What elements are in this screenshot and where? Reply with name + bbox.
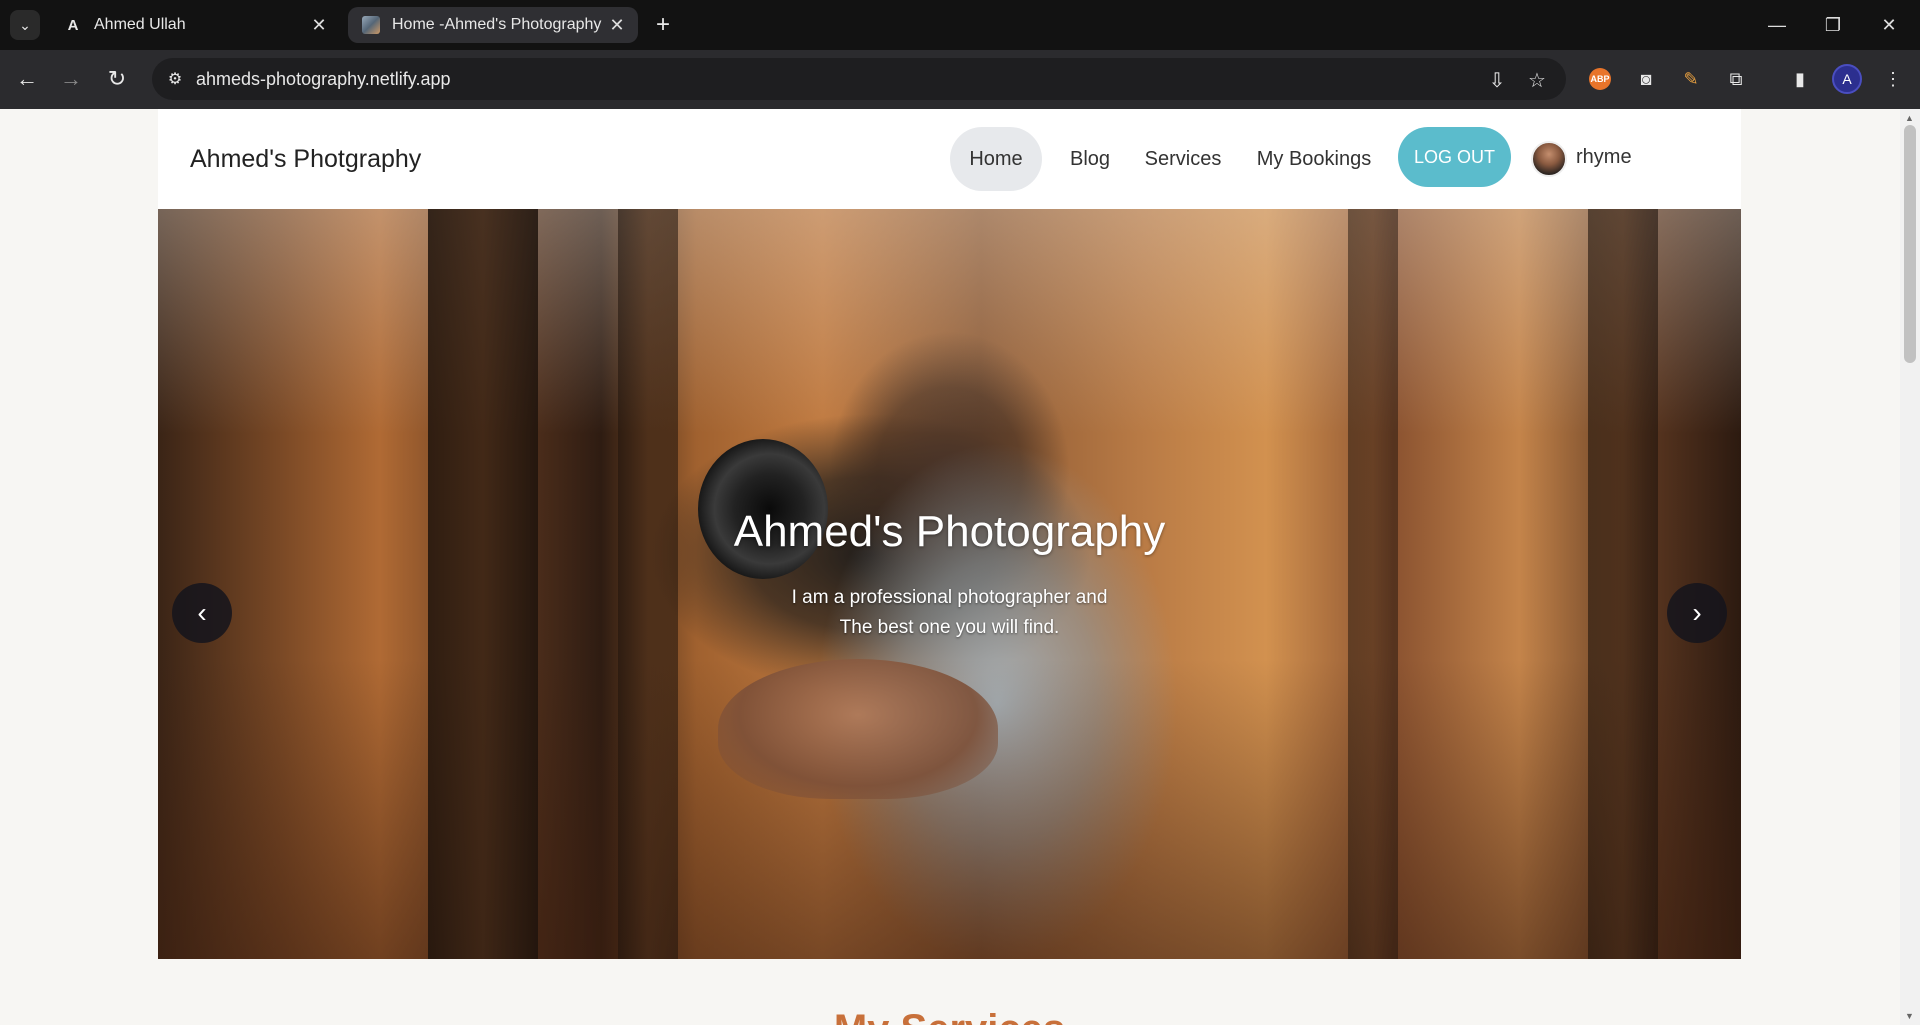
logout-button[interactable]: LOG OUT: [1398, 127, 1511, 187]
address-bar[interactable]: ⚙ ahmeds-photography.netlify.app ⇩ ☆: [152, 58, 1566, 100]
user-avatar[interactable]: [1531, 141, 1567, 177]
browser-toolbar: ← → ↻ ⚙ ahmeds-photography.netlify.app ⇩…: [0, 50, 1920, 109]
nav-services[interactable]: Services: [1136, 127, 1230, 191]
minimize-icon[interactable]: —: [1762, 10, 1792, 40]
adblock-extension-icon[interactable]: ABP: [1589, 68, 1611, 90]
tab-title: Ahmed Ullah: [94, 16, 186, 33]
site-navbar: Ahmed's Photgraphy Home Blog Services My…: [158, 109, 1741, 209]
scroll-up-arrow-icon[interactable]: ▲: [1905, 113, 1914, 123]
chevron-down-icon: ⌄: [19, 16, 31, 33]
nav-home[interactable]: Home: [950, 127, 1042, 191]
tab-favicon: A: [67, 16, 79, 34]
page-scrollbar[interactable]: ▲ ▼: [1900, 109, 1920, 1025]
profile-avatar[interactable]: A: [1832, 64, 1862, 94]
scroll-down-arrow-icon[interactable]: ▼: [1905, 1011, 1914, 1021]
nav-my-bookings[interactable]: My Bookings: [1242, 127, 1386, 191]
tab-search-button[interactable]: ⌄: [10, 10, 40, 40]
close-window-icon[interactable]: ✕: [1874, 10, 1904, 40]
carousel-next-button[interactable]: ›: [1667, 583, 1727, 643]
camera-extension-icon[interactable]: ◙: [1633, 66, 1659, 92]
site-info-icon[interactable]: ⚙: [162, 66, 188, 92]
restore-icon[interactable]: ❐: [1818, 10, 1848, 40]
browser-tab-bar: ⌄ A Ahmed Ullah ✕ Home -Ahmed's Photogra…: [0, 0, 1920, 50]
nav-blog[interactable]: Blog: [1056, 127, 1124, 191]
scrollbar-thumb[interactable]: [1904, 125, 1916, 363]
site-brand[interactable]: Ahmed's Photgraphy: [190, 145, 421, 174]
forward-arrow-icon[interactable]: →: [56, 64, 86, 94]
services-section-heading: My Services: [158, 1009, 1741, 1025]
menu-kebab-icon[interactable]: ⋮: [1880, 66, 1906, 92]
page-container: Ahmed's Photgraphy Home Blog Services My…: [158, 109, 1741, 1025]
new-tab-button[interactable]: +: [650, 11, 676, 38]
tab-favicon-image: [362, 16, 380, 34]
back-arrow-icon[interactable]: ←: [12, 64, 42, 94]
tab-title: Home -Ahmed's Photography: [392, 16, 602, 33]
carousel-prev-button[interactable]: ‹: [172, 583, 232, 643]
reload-icon[interactable]: ↻: [102, 64, 132, 94]
hero-subtitle-line-2: The best one you will find.: [839, 617, 1060, 638]
hero-subtitle-line-1: I am a professional photographer and: [791, 587, 1108, 608]
close-tab-icon[interactable]: ✕: [604, 12, 630, 38]
url-text[interactable]: ahmeds-photography.netlify.app: [196, 69, 451, 90]
browser-tab-ahmed-ullah[interactable]: A Ahmed Ullah ✕: [50, 7, 340, 43]
browser-tab-home[interactable]: Home -Ahmed's Photography ✕: [348, 7, 638, 43]
extensions-puzzle-icon[interactable]: ⧉: [1723, 66, 1749, 92]
hero-image-hand: [718, 659, 998, 799]
page-viewport: Ahmed's Photgraphy Home Blog Services My…: [0, 109, 1900, 1025]
hero-carousel: Ahmed's Photography I am a professional …: [158, 209, 1741, 959]
close-tab-icon[interactable]: ✕: [306, 12, 332, 38]
hero-subtitle: I am a professional photographer and The…: [158, 583, 1741, 643]
bookmark-star-icon[interactable]: ☆: [1524, 67, 1550, 93]
hero-title: Ahmed's Photography: [733, 507, 1166, 556]
pen-extension-icon[interactable]: ✎: [1678, 66, 1704, 92]
username: rhyme: [1576, 146, 1632, 168]
install-app-icon[interactable]: ⇩: [1484, 67, 1510, 93]
side-panel-icon[interactable]: ▮: [1787, 66, 1813, 92]
